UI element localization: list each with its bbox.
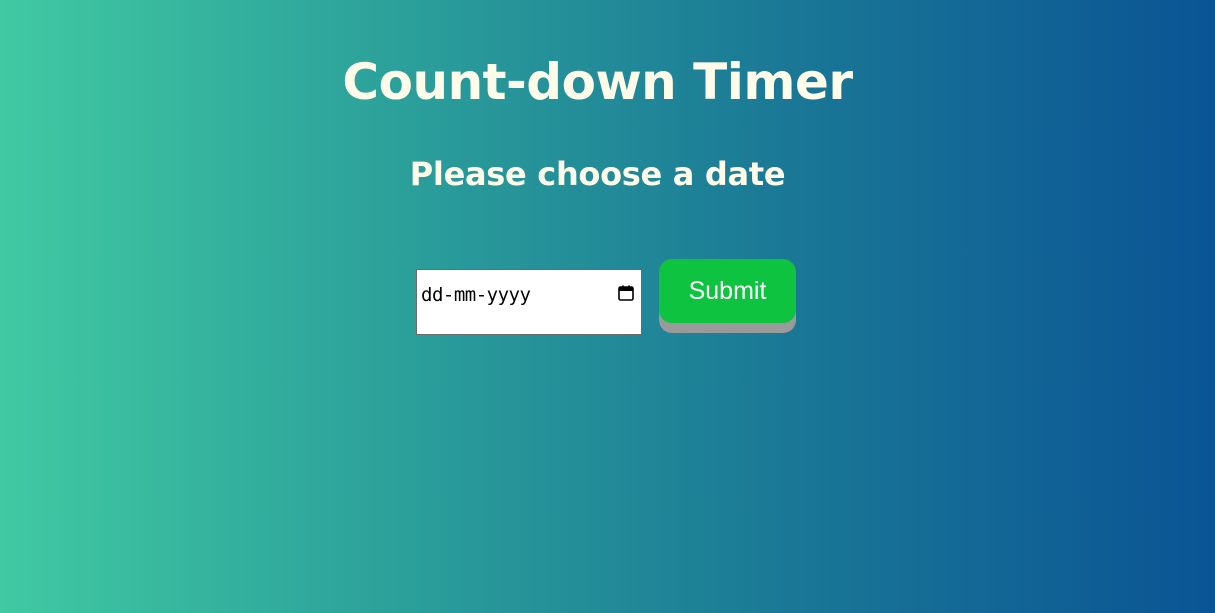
page-subtitle: Please choose a date (409, 155, 786, 193)
submit-button-wrapper: Submit (659, 259, 796, 333)
date-input[interactable]: dd-mm-yyyy (416, 269, 642, 335)
submit-button[interactable]: Submit (659, 259, 796, 323)
calendar-icon[interactable] (618, 285, 634, 301)
date-input-placeholder: dd-mm-yyyy (421, 284, 531, 306)
page-title: Count-down Timer (342, 53, 853, 111)
